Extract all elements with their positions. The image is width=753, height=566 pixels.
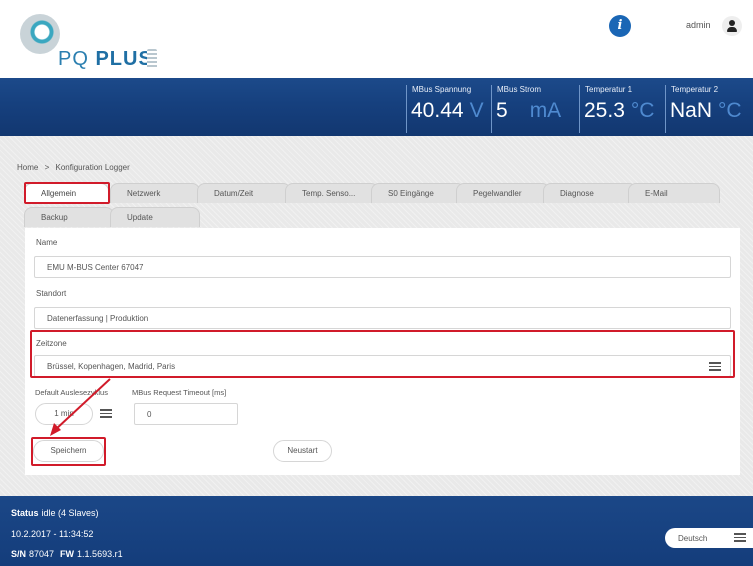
tab-diagnose[interactable]: Diagnose — [543, 183, 637, 203]
app-header: PQ PLUS i admin — [0, 0, 753, 78]
logo-tagline-mark — [147, 49, 157, 69]
logo-icon — [20, 14, 60, 54]
zeitzone-menu-icon[interactable] — [709, 362, 721, 371]
zeitzone-label: Zeitzone — [36, 339, 67, 348]
name-label: Name — [36, 238, 58, 247]
metric-value: 40.44 V — [411, 99, 484, 122]
metric-label: MBus Spannung — [412, 85, 472, 94]
metric-value: 5 mA — [496, 99, 562, 122]
metric-label: Temperatur 1 — [585, 85, 633, 94]
metric-value: 25.3 °C — [584, 99, 655, 122]
metric-label: Temperatur 2 — [671, 85, 719, 94]
timeout-label: MBus Request Timeout [ms] — [132, 388, 227, 397]
metric-mbus-spannung: MBus Spannung 40.44 V — [406, 85, 488, 133]
tab-pegelwandler[interactable]: Pegelwandler — [456, 183, 550, 203]
ausleseszyklus-select[interactable]: 1 min — [35, 403, 93, 425]
metric-mbus-strom: MBus Strom 5 mA — [491, 85, 577, 133]
ausleseszyklus-menu-icon[interactable] — [100, 409, 112, 418]
status-line: Status idle (4 Slaves) — [11, 508, 99, 518]
ausleseszyklus-label: Default Auslesezyklus — [35, 388, 108, 397]
tab-e-mail[interactable]: E-Mail — [628, 183, 720, 203]
info-button[interactable]: i — [609, 15, 631, 37]
tab-datum-zeit[interactable]: Datum/Zeit — [197, 183, 291, 203]
save-button[interactable]: Speichern — [33, 440, 104, 462]
breadcrumb: Home > Konfiguration Logger — [17, 163, 134, 172]
language-menu-icon[interactable] — [734, 533, 746, 542]
timeout-field[interactable]: 0 — [134, 403, 238, 425]
tab-temp-sensoren[interactable]: Temp. Senso... — [285, 183, 379, 203]
metric-temperatur-2: Temperatur 2 NaN °C — [665, 85, 751, 133]
breadcrumb-current: Konfiguration Logger — [55, 163, 130, 172]
metric-temperatur-1: Temperatur 1 25.3 °C — [579, 85, 663, 133]
metric-label: MBus Strom — [497, 85, 542, 94]
tab-update[interactable]: Update — [110, 207, 200, 227]
logo: PQ PLUS — [58, 48, 153, 70]
standort-field[interactable]: Datenerfassung | Produktion — [34, 307, 731, 329]
metric-value: NaN °C — [670, 99, 742, 122]
user-name[interactable]: admin — [686, 20, 711, 30]
breadcrumb-separator: > — [44, 163, 50, 172]
status-version: S/N 87047 FW 1.1.5693.r1 — [11, 549, 123, 559]
zeitzone-value: Brüssel, Kopenhagen, Madrid, Paris — [47, 362, 176, 371]
tab-s0-eingaenge[interactable]: S0 Eingänge — [371, 183, 465, 203]
tab-netzwerk[interactable]: Netzwerk — [110, 183, 200, 203]
zeitzone-select[interactable]: Brüssel, Kopenhagen, Madrid, Paris — [34, 355, 731, 377]
standort-label: Standort — [36, 289, 67, 298]
restart-button[interactable]: Neustart — [273, 440, 332, 462]
language-value: Deutsch — [678, 534, 708, 543]
status-datetime: 10.2.2017 - 11:34:52 — [11, 529, 94, 539]
user-icon[interactable] — [722, 16, 742, 36]
tab-allgemein[interactable]: Allgemein — [24, 183, 109, 203]
name-field[interactable]: EMU M-BUS Center 67047 — [34, 256, 731, 278]
breadcrumb-home[interactable]: Home — [17, 163, 38, 172]
tab-backup[interactable]: Backup — [24, 207, 114, 227]
